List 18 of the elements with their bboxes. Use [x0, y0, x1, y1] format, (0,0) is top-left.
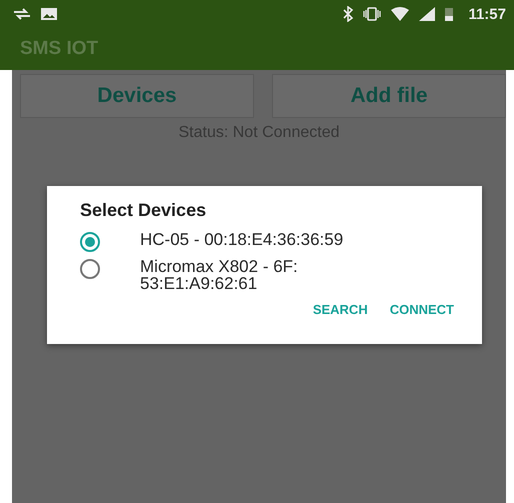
sync-icon	[12, 6, 32, 22]
app-title: SMS IOT	[20, 38, 98, 60]
bluetooth-icon	[342, 6, 354, 22]
radio-button[interactable]	[80, 232, 100, 252]
dialog-action[interactable]: SEARCH	[308, 298, 372, 321]
device-label[interactable]: HC-05 - 00:18:E4:36:36:59	[140, 231, 344, 248]
vibrate-icon	[362, 6, 382, 22]
dialog-action[interactable]: CONNECT	[386, 298, 458, 321]
dialog-title: Select Devices	[80, 200, 208, 221]
battery-icon	[444, 6, 454, 22]
clock-time: 11:57	[468, 6, 506, 22]
device-label[interactable]: Micromax X802 - 6F: 53:E1:A9:62:61	[140, 258, 298, 292]
image-icon	[40, 7, 58, 21]
tab-button[interactable]: Devices	[20, 74, 254, 118]
wifi-icon	[390, 6, 410, 22]
signal-icon	[418, 6, 436, 22]
radio-button[interactable]	[80, 259, 100, 279]
tab-button[interactable]: Add file	[272, 74, 506, 118]
